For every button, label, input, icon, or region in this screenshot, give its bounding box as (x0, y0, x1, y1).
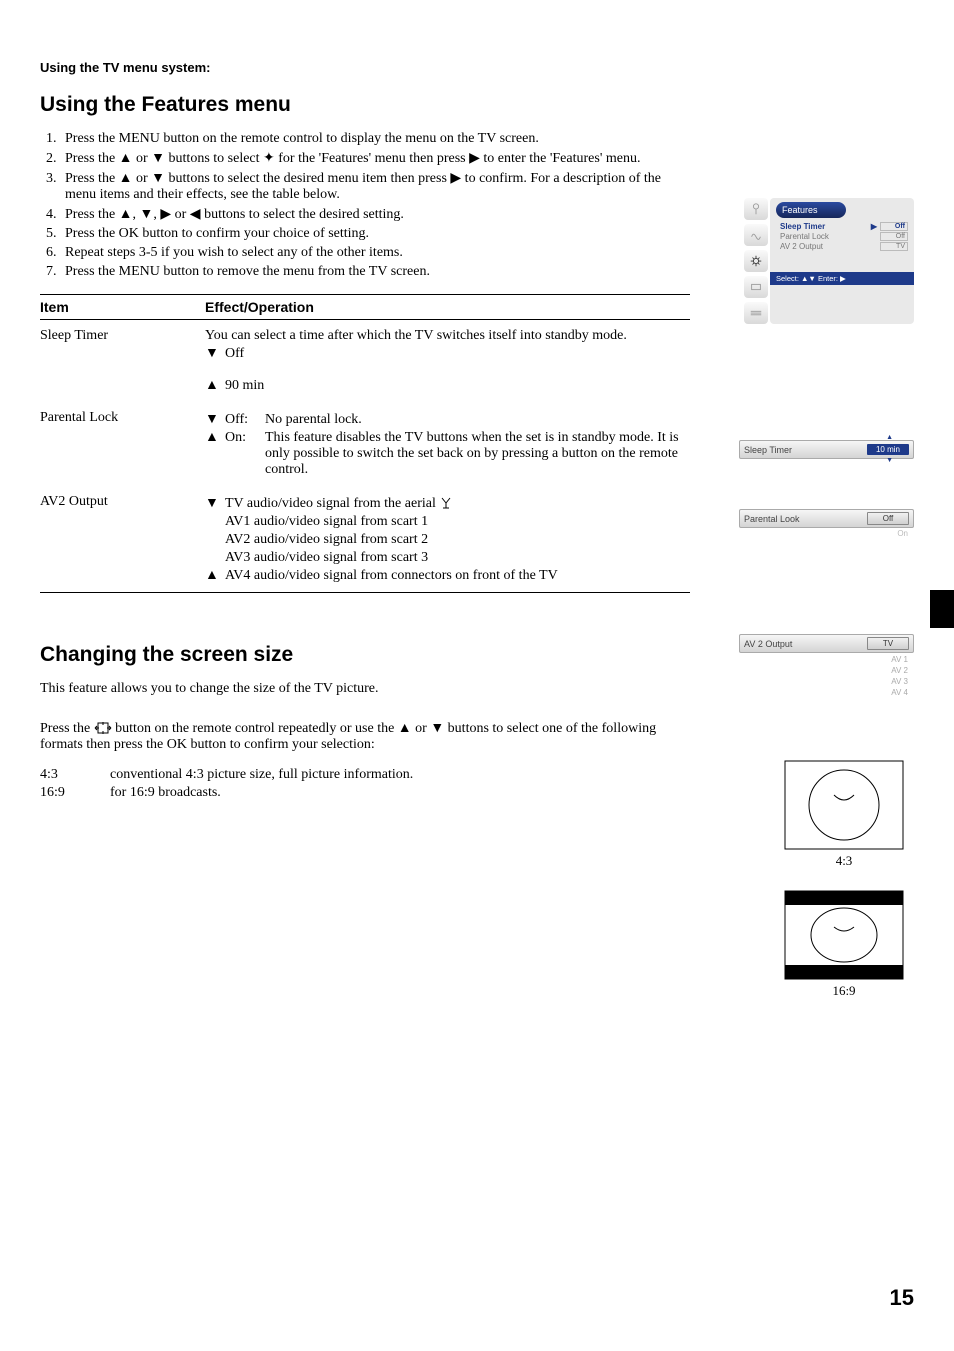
item-parental-lock: Parental Lock (40, 410, 205, 478)
osd-parental-on-option: On (897, 529, 908, 538)
osd-bar-sleep-val: 10 min (867, 444, 909, 455)
arrow-up-icon: ▲ (205, 430, 225, 478)
arrow-down-icon: ▼ (205, 496, 225, 512)
item-sleep-timer: Sleep Timer (40, 328, 205, 394)
steps-list: Press the MENU button on the remote cont… (40, 131, 690, 280)
osd-bar-av2-label: AV 2 Output (744, 639, 867, 649)
arrow-up-icon: ▲ (205, 378, 225, 394)
osd-row-sleep-val: Off (880, 222, 908, 231)
instr-text-b: button on the remote control repeatedly … (40, 721, 656, 752)
page-thumb-tab (930, 590, 954, 628)
heading-features-menu: Using the Features menu (40, 93, 914, 117)
osd-bar-parental-label: Parental Look (744, 514, 867, 524)
osd-bar-sleep-label: Sleep Timer (744, 445, 867, 455)
sketch-16-9: 16:9 (774, 890, 914, 999)
format-43-key: 4:3 (40, 767, 110, 783)
osd-row-av2-label: AV 2 Output (780, 242, 868, 251)
osd-bar-av2-val: TV (867, 637, 909, 650)
table-row: Parental Lock ▼ Off: No parental lock. ▲… (40, 402, 690, 486)
osd-av2-options: AV 1 AV 2 AV 3 AV 4 (739, 654, 914, 698)
av2-av1: AV1 audio/video signal from scart 1 (225, 514, 690, 530)
format-169-key: 16:9 (40, 785, 110, 801)
features-table: Item Effect/Operation Sleep Timer You ca… (40, 294, 690, 593)
page-number: 15 (890, 1285, 914, 1311)
table-row: AV2 Output ▼ TV audio/video signal from … (40, 486, 690, 592)
osd-tab-picture-icon (744, 198, 768, 220)
instr-text-a: Press the (40, 721, 94, 736)
osd-av2-opt: AV 3 (739, 676, 914, 687)
arrow-down-icon: ▼ (886, 458, 893, 464)
arrow-up-icon: ▲ (205, 568, 225, 584)
table-row: Sleep Timer You can select a time after … (40, 320, 690, 402)
osd-tab-setup-icon (744, 276, 768, 298)
osd-bar-sleep-timer: ▲ Sleep Timer 10 min ▼ (739, 440, 914, 459)
section-header: Using the TV menu system: (40, 60, 914, 75)
parental-on-key: On: (225, 430, 265, 478)
step-item: Press the ▲ or ▼ buttons to select the d… (60, 170, 690, 203)
table-header-item: Item (40, 299, 205, 315)
osd-av2-opt: AV 2 (739, 665, 914, 676)
osd-row-sleep-label: Sleep Timer (780, 222, 868, 231)
osd-row-parental-label: Parental Lock (780, 232, 868, 241)
arrow-down-icon: ▼ (205, 412, 225, 428)
step-item: Press the MENU button to remove the menu… (60, 264, 690, 280)
osd-tab-language-icon (744, 302, 768, 324)
step-item: Press the ▲, ▼, ▶ or ◀ buttons to select… (60, 206, 690, 223)
sketch-4-3: 4:3 (774, 760, 914, 869)
av2-tv: TV audio/video signal from the aerial (225, 496, 436, 511)
osd-tab-sound-icon (744, 224, 768, 246)
aerial-icon (439, 496, 453, 511)
av2-av2: AV2 audio/video signal from scart 2 (225, 532, 690, 548)
step-item: Press the ▲ or ▼ buttons to select ✦ for… (60, 150, 690, 167)
sleep-desc: You can select a time after which the TV… (205, 328, 690, 344)
osd-av2-opt: AV 4 (739, 687, 914, 698)
parental-on-text: This feature disables the TV buttons whe… (265, 430, 690, 478)
change-size-intro: This feature allows you to change the si… (40, 681, 680, 697)
format-43-val: conventional 4:3 picture size, full pict… (110, 767, 680, 783)
av2-av3: AV3 audio/video signal from scart 3 (225, 550, 690, 566)
sleep-90min: 90 min (225, 378, 690, 394)
parental-off-key: Off: (225, 412, 265, 428)
osd-bar-av2: AV 2 Output TV (739, 634, 914, 653)
format-button-icon (94, 721, 116, 736)
step-item: Repeat steps 3-5 if you wish to select a… (60, 245, 690, 261)
osd-bar-parental: Parental Look Off (739, 509, 914, 528)
osd-tab-features-icon (744, 250, 768, 272)
sketch-16-9-caption: 16:9 (774, 983, 914, 999)
step-item: Press the MENU button on the remote cont… (60, 131, 690, 147)
osd-row-parental-val: Off (880, 232, 908, 241)
sleep-off: Off (225, 346, 690, 362)
change-size-instr: Press the button on the remote control r… (40, 721, 680, 753)
table-header-effect: Effect/Operation (205, 299, 690, 315)
item-av2-output: AV2 Output (40, 494, 205, 584)
step-item: Press the OK button to confirm your choi… (60, 226, 690, 242)
osd-title: Features (776, 202, 846, 218)
format-169-val: for 16:9 broadcasts. (110, 785, 680, 801)
pointer-icon: ▶ (868, 222, 880, 231)
osd-footer: Select: ▲▼ Enter: ▶ (770, 272, 914, 285)
osd-row-av2-val: TV (880, 242, 908, 251)
sketch-4-3-caption: 4:3 (774, 853, 914, 869)
av2-av4: AV4 audio/video signal from connectors o… (225, 568, 690, 584)
arrow-down-icon: ▼ (205, 346, 225, 362)
parental-off-text: No parental lock. (265, 412, 690, 428)
osd-features-panel: Features Sleep Timer ▶ Off Parental Lock… (744, 198, 914, 324)
arrow-up-icon: ▲ (886, 435, 893, 441)
osd-av2-opt: AV 1 (739, 654, 914, 665)
osd-bar-parental-val: Off (867, 512, 909, 525)
